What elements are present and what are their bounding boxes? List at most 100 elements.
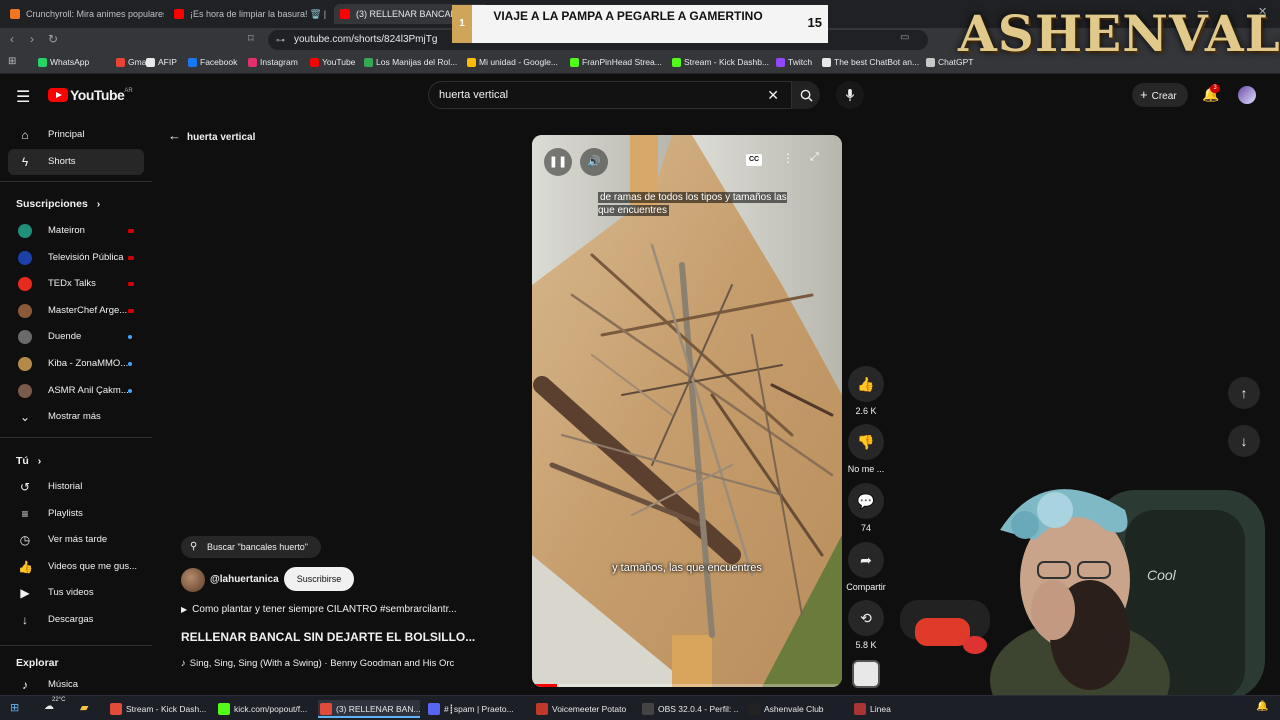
thumbs-down-icon[interactable]: 👎 xyxy=(848,424,884,460)
related-video-link[interactable]: ▶ Como plantar y tener siempre CILANTRO #… xyxy=(181,604,457,615)
channel-avatar xyxy=(18,224,32,238)
shorts-video-player[interactable]: ❚❚ 🔊 CC ⋮ ⤢ de ramas de todos los tipos … xyxy=(532,135,842,687)
sidebar-subscription-item[interactable]: ASMR Anil Çakm... xyxy=(8,378,144,404)
sidebar-subscription-item[interactable]: TEDx Talks xyxy=(8,271,144,297)
taskbar-item[interactable]: (3) RELLENAR BAN... xyxy=(318,700,420,718)
taskbar-item-label: OBS 32.0.4 - Perfil: ... xyxy=(658,704,738,714)
fullscreen-icon[interactable]: ⤢ xyxy=(810,151,819,164)
sidebar-item-principal[interactable]: ⌂ Principal xyxy=(8,122,144,148)
app-icon xyxy=(428,703,440,715)
sidebar-item-downloads[interactable]: ↓ Descargas xyxy=(8,607,144,633)
file-explorer-icon[interactable]: ▰ xyxy=(80,701,88,714)
sidebar-item-your-videos[interactable]: ▶ Tus videos xyxy=(8,580,144,606)
sidebar-subscription-item[interactable]: Kiba - ZonaMMO... xyxy=(8,351,144,377)
bookmark-item[interactable]: FranPinHead Strea... xyxy=(570,57,662,67)
previous-short-arrow-up-icon[interactable]: ↑ xyxy=(1228,377,1260,409)
ashenvale-logo: ASHENVALE xyxy=(958,4,1280,63)
bookmark-label: Mi unidad - Google... xyxy=(479,57,558,67)
more-options-icon[interactable]: ⋮ xyxy=(782,151,794,165)
start-menu-icon[interactable]: ⊞ xyxy=(10,701,19,714)
sidebar-item-liked-videos[interactable]: 👍 Videos que me gus... xyxy=(8,554,144,580)
taskbar-item[interactable]: #┋spam | Praeto... xyxy=(426,700,526,718)
bookmark-item[interactable]: The best ChatBot an... xyxy=(822,57,919,67)
account-avatar[interactable] xyxy=(1238,86,1256,104)
next-short-arrow-down-icon[interactable]: ↓ xyxy=(1228,425,1260,457)
subscriptions-header[interactable]: Suscripciones › xyxy=(16,198,100,210)
subscriptions-title: Suscripciones xyxy=(16,198,88,210)
bookmark-item[interactable]: Twitch xyxy=(776,57,812,67)
taskbar-item[interactable]: Linea xyxy=(852,700,902,718)
subscribe-button[interactable]: Suscribirse xyxy=(284,567,354,591)
music-link[interactable]: ♪ Sing, Sing, Sing (With a Swing) · Benny… xyxy=(181,658,481,669)
sidebar-subscription-item[interactable]: Mateiron xyxy=(8,218,144,244)
captions-button[interactable]: CC xyxy=(746,154,762,166)
taskbar-item[interactable]: Ashenvale Club xyxy=(746,700,846,718)
bookmark-favicon-icon xyxy=(776,58,785,67)
channel-name[interactable]: @lahuertanica xyxy=(210,574,279,585)
bookmark-label: The best ChatBot an... xyxy=(834,57,920,67)
browser-tab[interactable]: ¡Es hora de limpiar la basura! 🗑️ | Ga xyxy=(168,4,328,24)
clear-search-icon[interactable]: ✕ xyxy=(767,87,779,104)
sidebar-item-label: TEDx Talks xyxy=(48,278,96,290)
svg-text:Cool: Cool xyxy=(1147,567,1177,583)
apps-icon[interactable]: ⊞ xyxy=(8,56,16,67)
search-input[interactable]: huerta vertical ✕ xyxy=(428,81,792,109)
comments-action[interactable]: 💬 74 xyxy=(848,483,884,533)
hamburger-menu-icon[interactable]: ☰ xyxy=(16,87,30,107)
audio-thumbnail[interactable] xyxy=(852,660,880,688)
taskbar-item[interactable]: Stream - Kick Dash... xyxy=(108,700,206,718)
voice-search-button[interactable] xyxy=(836,81,864,109)
browser-tab[interactable]: Crunchyroll: Mira animes populares, xyxy=(4,4,164,24)
sidebar-item-label: Música xyxy=(48,679,79,690)
remix-icon[interactable]: ⟲ xyxy=(848,600,884,636)
taskbar-item[interactable]: OBS 32.0.4 - Perfil: ... xyxy=(640,700,738,718)
bookmark-icon[interactable]: ⌑ xyxy=(248,32,254,45)
progress-bar[interactable] xyxy=(532,684,842,687)
youtube-logo[interactable]: YouTubeAR xyxy=(48,86,133,105)
sidebar-item-playlists[interactable]: ≡ Playlists xyxy=(8,501,144,527)
bookmark-item[interactable]: AFIP xyxy=(146,57,177,67)
site-info-icon[interactable]: ⊶ xyxy=(276,30,285,50)
back-icon[interactable]: ‹ xyxy=(10,32,14,46)
bookmark-favicon-icon xyxy=(467,58,476,67)
show-more-button[interactable]: ⌄ Mostrar más xyxy=(8,404,144,430)
thumbs-up-icon[interactable]: 👍 xyxy=(848,366,884,402)
taskbar-item[interactable]: Voicemeeter Potato xyxy=(534,700,630,718)
channel-avatar[interactable] xyxy=(181,568,205,592)
comment-icon[interactable]: 💬 xyxy=(848,483,884,519)
sidebar-subscription-item[interactable]: Televisión Pública xyxy=(8,245,144,271)
bookmark-item[interactable]: Instagram xyxy=(248,57,298,67)
bookmark-item[interactable]: Mi unidad - Google... xyxy=(467,57,558,67)
bookmark-item[interactable]: Facebook xyxy=(188,57,237,67)
cast-icon[interactable]: ▭ xyxy=(900,32,909,43)
create-button[interactable]: + Crear xyxy=(1132,83,1188,107)
taskbar-item[interactable]: kick.com/popout/f... xyxy=(216,700,310,718)
bookmark-item[interactable]: WhatsApp xyxy=(38,57,89,67)
sidebar-item-watch-later[interactable]: ◷ Ver más tarde xyxy=(8,527,144,553)
you-header[interactable]: Tú › xyxy=(16,455,41,467)
music-note-icon: ♪ xyxy=(181,658,186,669)
reload-icon[interactable]: ↻ xyxy=(48,32,58,46)
back-to-search-link[interactable]: ← huerta vertical xyxy=(168,128,255,143)
bookmark-label: Instagram xyxy=(260,57,298,67)
like-action[interactable]: 👍 2.6 K xyxy=(848,366,884,416)
url-text: youtube.com/shorts/824l3PmjTg xyxy=(294,34,438,45)
dislike-action[interactable]: 👎 No me ... xyxy=(848,424,884,474)
channel-avatar xyxy=(18,250,32,265)
bookmark-item[interactable]: Los Manijas del Rol... xyxy=(364,57,457,67)
share-action[interactable]: ➦ Compartir xyxy=(846,542,886,592)
sidebar-subscription-item[interactable]: Duende xyxy=(8,324,144,350)
volume-button[interactable]: 🔊 xyxy=(580,148,608,176)
sidebar-item-history[interactable]: ↺ Historial xyxy=(8,474,144,500)
share-icon[interactable]: ➦ xyxy=(848,542,884,578)
pause-button[interactable]: ❚❚ xyxy=(544,148,572,176)
sidebar-item-shorts[interactable]: ϟ Shorts xyxy=(8,149,144,175)
search-button[interactable] xyxy=(792,81,820,109)
sidebar-subscription-item[interactable]: MasterChef Arge... xyxy=(8,298,144,324)
bookmark-item[interactable]: YouTube xyxy=(310,57,355,67)
remix-action[interactable]: ⟲ 5.8 K xyxy=(848,600,884,650)
forward-icon[interactable]: › xyxy=(30,32,34,46)
notification-icon[interactable]: 🔔 xyxy=(1256,701,1268,712)
bookmark-item[interactable]: Stream - Kick Dashb... xyxy=(672,57,769,67)
search-suggestion-chip[interactable]: ⚲ Buscar "bancales huerto" xyxy=(181,536,321,558)
